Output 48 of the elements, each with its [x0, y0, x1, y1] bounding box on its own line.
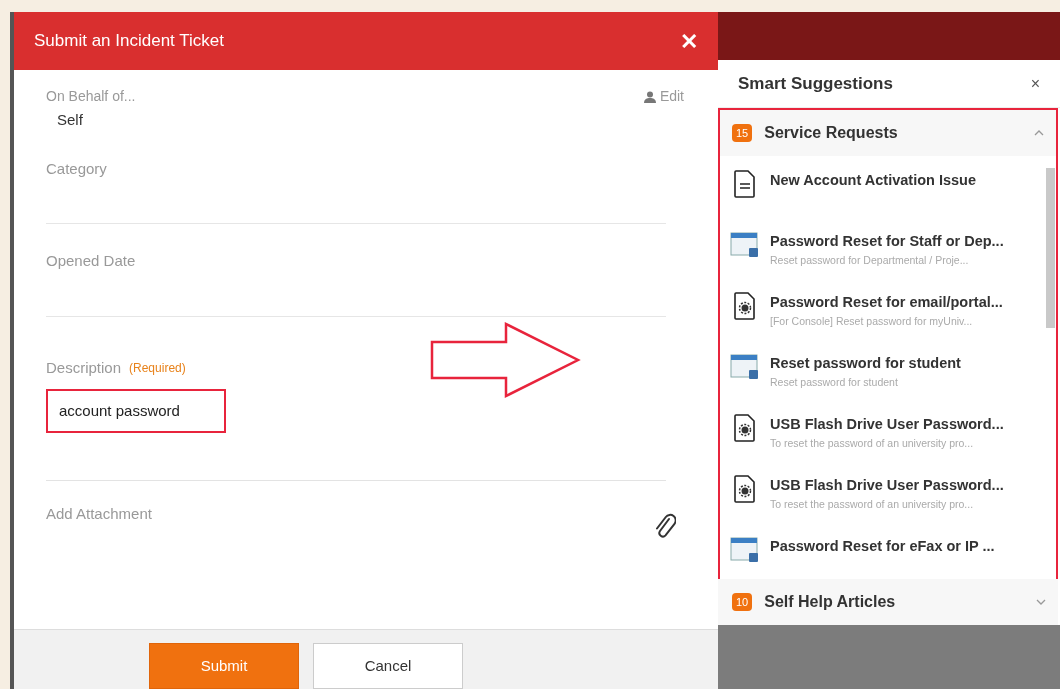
- field-label: Add Attachment: [46, 504, 152, 524]
- field-label: Category: [46, 158, 108, 179]
- suggestion-item[interactable]: Reset password for student Reset password for student: [730, 349, 1044, 410]
- chevron-down-icon: [1036, 599, 1046, 605]
- dialog-title: Submit an Incident Ticket: [34, 30, 224, 53]
- item-title: USB Flash Drive User Password...: [770, 476, 1004, 495]
- chevron-up-icon: [1034, 130, 1044, 136]
- suggestion-item[interactable]: USB Flash Drive User Password... To reset the password of an university pro...: [730, 410, 1044, 471]
- item-title: New Account Activation Issue: [770, 171, 976, 190]
- item-title: Password Reset for eFax or IP ...: [770, 537, 995, 556]
- suggestion-item[interactable]: New Account Activation Issue: [730, 166, 1044, 227]
- field-value: Self: [57, 110, 84, 130]
- item-subtitle: Reset password for Departmental / Proje...: [770, 252, 970, 268]
- window-lock-icon: [730, 231, 760, 259]
- field-value: account password: [59, 402, 180, 419]
- item-subtitle: To reset the password of an university pro...: [770, 435, 975, 451]
- paperclip-icon[interactable]: [654, 513, 676, 541]
- item-title: Reset password for student: [770, 354, 961, 373]
- cancel-button[interactable]: Cancel: [313, 643, 463, 689]
- document-icon: [734, 170, 756, 198]
- suggestion-item[interactable]: Password Reset for eFax or IP ...: [730, 532, 1044, 579]
- field-label: Opened Date: [46, 251, 137, 271]
- count-badge: 15: [732, 123, 753, 143]
- field-label: Description: [46, 357, 122, 378]
- gear-document-icon: [734, 292, 756, 320]
- panel-title: Smart Suggestions: [738, 72, 893, 95]
- window-lock-icon: [730, 536, 760, 564]
- section-header[interactable]: 10 Self Help Articles: [718, 579, 1058, 625]
- count-badge: 10: [732, 592, 753, 612]
- suggestion-item[interactable]: Password Reset for email/portal... [For Console] Reset password for myUniv...: [730, 288, 1044, 349]
- item-subtitle: To reset the password of an university pro...: [770, 496, 975, 512]
- item-subtitle: [For Console] Reset password for myUniv...: [770, 313, 974, 329]
- section-header[interactable]: 15 Service Requests: [720, 110, 1056, 156]
- gear-document-icon: [734, 475, 756, 503]
- item-subtitle: Reset password for student: [770, 374, 899, 390]
- close-button[interactable]: ✕: [680, 24, 698, 58]
- description-field[interactable]: account password: [46, 389, 666, 481]
- gear-document-icon: [734, 414, 756, 442]
- item-title: USB Flash Drive User Password...: [770, 415, 1004, 434]
- window-lock-icon: [730, 353, 760, 381]
- item-title: Password Reset for email/portal...: [770, 293, 1003, 312]
- field-label: On Behalf of...: [46, 87, 136, 106]
- suggestion-item[interactable]: Password Reset for Staff or Dep... Reset password for Departmental / Proje...: [730, 227, 1044, 288]
- item-title: Password Reset for Staff or Dep...: [770, 232, 1004, 251]
- close-button[interactable]: ×: [1030, 71, 1040, 96]
- required-label: (Required): [129, 359, 186, 377]
- person-icon: [643, 90, 656, 103]
- suggestion-item[interactable]: USB Flash Drive User Password... To reset the password of an university pro...: [730, 471, 1044, 532]
